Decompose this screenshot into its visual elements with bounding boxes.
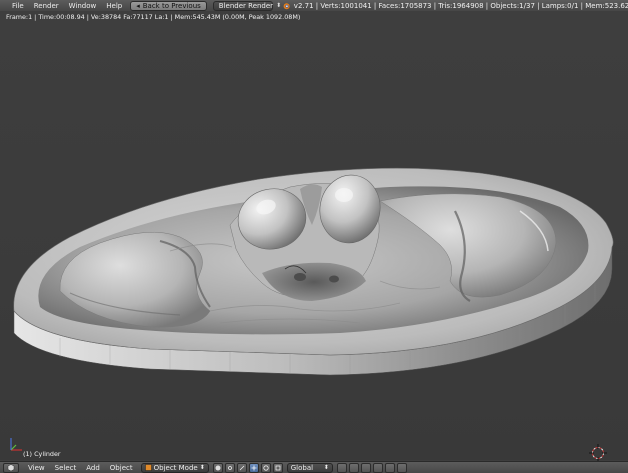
- menu-file[interactable]: File: [7, 2, 29, 10]
- menu-select[interactable]: Select: [50, 464, 82, 472]
- render-engine-dropdown[interactable]: Blender Render ⬍: [212, 0, 281, 11]
- menu-view[interactable]: View: [23, 464, 50, 472]
- layer-toggle-icon[interactable]: [348, 462, 359, 473]
- sculpted-cylinder-model[interactable]: [0, 11, 628, 460]
- transform-orientation-dropdown[interactable]: Global ⬍: [286, 462, 333, 473]
- render-view-icon[interactable]: [384, 462, 395, 473]
- object-mode-icon: [144, 464, 152, 471]
- menu-window[interactable]: Window: [64, 2, 102, 10]
- manipulator-toggle-icon[interactable]: [236, 462, 247, 473]
- rotate-manipulator-icon[interactable]: [260, 462, 271, 473]
- active-object-label: (1) Cylinder: [23, 450, 61, 458]
- render-engine-label: Blender Render: [218, 1, 274, 10]
- mode-dropdown[interactable]: Object Mode ⬍: [140, 462, 209, 473]
- 3d-view-header: View Select Add Object Object Mode ⬍ Glo…: [0, 461, 628, 473]
- blender-icon: [283, 2, 290, 9]
- back-icon: ◂: [136, 1, 140, 10]
- menu-object[interactable]: Object: [105, 464, 138, 472]
- mode-label: Object Mode: [153, 463, 198, 472]
- proportional-edit-icon[interactable]: [360, 462, 371, 473]
- 3d-view-icon[interactable]: [3, 462, 19, 473]
- render-animation-icon[interactable]: [396, 462, 407, 473]
- dropdown-arrows-icon: ⬍: [323, 464, 329, 471]
- viewport-shading-icon[interactable]: [212, 462, 223, 473]
- back-to-previous-button[interactable]: ◂ Back to Previous: [130, 0, 207, 11]
- back-to-previous-label: Back to Previous: [142, 1, 201, 10]
- 3d-cursor-icon[interactable]: [589, 444, 607, 462]
- scene-statistics: v2.71 | Verts:1001041 | Faces:1705873 | …: [276, 2, 628, 10]
- orientation-label: Global: [290, 463, 314, 472]
- scale-manipulator-icon[interactable]: [272, 462, 283, 473]
- dropdown-arrows-icon: ⬍: [199, 464, 205, 471]
- 3d-viewport[interactable]: Frame:1 | Time:00:08.94 | Ve:38784 Fa:77…: [0, 11, 628, 462]
- layer-toggle-icon[interactable]: [336, 462, 347, 473]
- menu-help[interactable]: Help: [101, 2, 127, 10]
- snap-toggle-icon[interactable]: [372, 462, 383, 473]
- menu-render[interactable]: Render: [29, 2, 64, 10]
- stats-text: v2.71 | Verts:1001041 | Faces:1705873 | …: [293, 1, 628, 10]
- menu-add[interactable]: Add: [81, 464, 105, 472]
- pivot-point-icon[interactable]: [224, 462, 235, 473]
- translate-manipulator-icon[interactable]: [248, 462, 259, 473]
